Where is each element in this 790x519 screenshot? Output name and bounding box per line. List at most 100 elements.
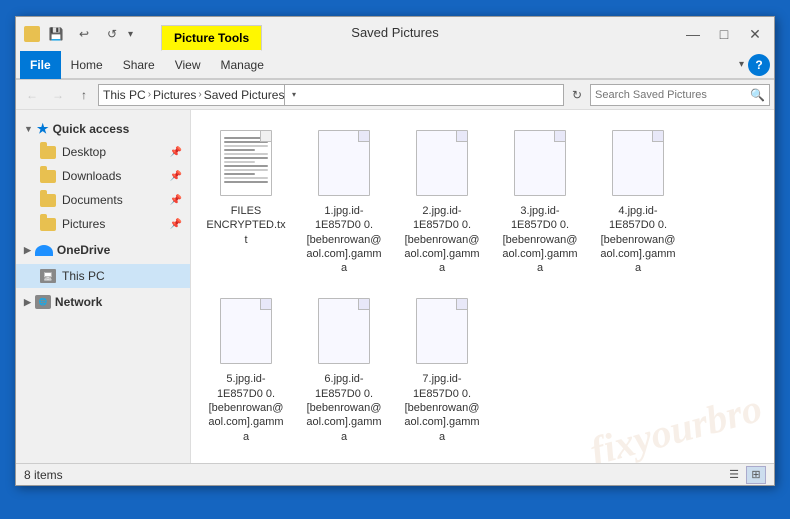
sidebar-item-thispc-label: This PC bbox=[62, 269, 105, 283]
list-item[interactable]: 3.jpg.id-1E857D0 0.[bebenrowan@ aol.com]… bbox=[495, 120, 585, 280]
ribbon-tabs-area: Picture Tools Saved Pictures bbox=[141, 17, 678, 51]
generic-page-icon bbox=[514, 130, 566, 196]
file-grid: FILES ENCRYPTED.txt 1.jpg.id-1E857D0 0.[… bbox=[201, 120, 764, 449]
minimize-button[interactable]: — bbox=[678, 21, 708, 47]
onedrive-label: OneDrive bbox=[57, 243, 110, 257]
help-button[interactable]: ? bbox=[748, 54, 770, 76]
tab-home[interactable]: Home bbox=[61, 51, 113, 79]
file-area: FILES ENCRYPTED.txt 1.jpg.id-1E857D0 0.[… bbox=[191, 110, 774, 463]
file-name: 1.jpg.id-1E857D0 0.[bebenrowan@ aol.com]… bbox=[304, 204, 384, 275]
pin-icon: 📌 bbox=[170, 171, 182, 182]
thispc-icon: 🖥 bbox=[40, 269, 56, 283]
list-item[interactable]: 2.jpg.id-1E857D0 0.[bebenrowan@ aol.com]… bbox=[397, 120, 487, 280]
onedrive-icon bbox=[35, 245, 53, 256]
generic-page-icon bbox=[220, 298, 272, 364]
path-dropdown-btn[interactable]: ▾ bbox=[284, 84, 302, 106]
onedrive-header[interactable]: ▶ OneDrive bbox=[16, 240, 190, 260]
list-item[interactable]: 7.jpg.id-1E857D0 0.[bebenrowan@ aol.com]… bbox=[397, 288, 487, 448]
quick-access-star-icon: ★ bbox=[37, 121, 49, 137]
search-box[interactable]: 🔍 bbox=[590, 84, 770, 106]
file-name: 7.jpg.id-1E857D0 0.[bebenrowan@ aol.com]… bbox=[402, 372, 482, 443]
list-item[interactable]: FILES ENCRYPTED.txt bbox=[201, 120, 291, 280]
window-icon bbox=[24, 26, 40, 42]
window-controls: — □ ✕ bbox=[678, 17, 774, 51]
pin-icon: 📌 bbox=[170, 147, 182, 158]
file-icon bbox=[410, 125, 474, 201]
sidebar-item-pictures[interactable]: Pictures 📌 bbox=[16, 212, 190, 236]
ribbon-help-area: ▾ ? bbox=[739, 54, 770, 76]
sidebar-item-desktop-label: Desktop bbox=[62, 145, 106, 159]
path-thispc: This PC bbox=[103, 88, 146, 102]
search-input[interactable] bbox=[595, 89, 746, 101]
onedrive-expand-icon: ▶ bbox=[24, 245, 31, 256]
list-view-button[interactable]: ☰ bbox=[724, 466, 744, 484]
list-item[interactable]: 6.jpg.id-1E857D0 0.[bebenrowan@ aol.com]… bbox=[299, 288, 389, 448]
forward-button[interactable]: → bbox=[46, 83, 70, 107]
sidebar-item-pictures-label: Pictures bbox=[62, 217, 105, 231]
tab-view[interactable]: View bbox=[165, 51, 211, 79]
redo-btn[interactable]: ↺ bbox=[100, 22, 124, 46]
list-item[interactable]: 5.jpg.id-1E857D0 0.[bebenrowan@ aol.com]… bbox=[201, 288, 291, 448]
undo-btn[interactable]: ↩ bbox=[72, 22, 96, 46]
close-button[interactable]: ✕ bbox=[740, 21, 770, 47]
ribbon: File Home Share View Manage ▾ ? bbox=[16, 51, 774, 80]
ribbon-tab-row: File Home Share View Manage ▾ ? bbox=[16, 51, 774, 79]
back-button[interactable]: ← bbox=[20, 83, 44, 107]
sidebar-item-thispc[interactable]: 🖥 This PC bbox=[16, 264, 190, 288]
sidebar-item-desktop[interactable]: Desktop 📌 bbox=[16, 140, 190, 164]
title-bar: 💾 ↩ ↺ ▾ Picture Tools Saved Pictures — □… bbox=[16, 17, 774, 51]
file-name: 3.jpg.id-1E857D0 0.[bebenrowan@ aol.com]… bbox=[500, 204, 580, 275]
generic-page-icon bbox=[318, 298, 370, 364]
sidebar-item-documents[interactable]: Documents 📌 bbox=[16, 188, 190, 212]
quick-access-expand-icon: ▼ bbox=[24, 124, 33, 134]
generic-page-icon bbox=[318, 130, 370, 196]
maximize-button[interactable]: □ bbox=[709, 21, 739, 47]
file-name: 4.jpg.id-1E857D0 0.[bebenrowan@ aol.com]… bbox=[598, 204, 678, 275]
tile-view-button[interactable]: ⊞ bbox=[746, 466, 766, 484]
file-icon bbox=[312, 125, 376, 201]
list-item[interactable]: 1.jpg.id-1E857D0 0.[bebenrowan@ aol.com]… bbox=[299, 120, 389, 280]
title-bar-left: 💾 ↩ ↺ ▾ bbox=[16, 17, 141, 51]
tab-share[interactable]: Share bbox=[113, 51, 165, 79]
sidebar-section-network: ▶ 🌐 Network bbox=[16, 292, 190, 312]
quick-access-header[interactable]: ▼ ★ Quick access bbox=[16, 118, 190, 140]
sidebar-item-downloads[interactable]: Downloads 📌 bbox=[16, 164, 190, 188]
quick-save-btn[interactable]: 💾 bbox=[44, 22, 68, 46]
file-icon bbox=[508, 125, 572, 201]
file-name: 2.jpg.id-1E857D0 0.[bebenrowan@ aol.com]… bbox=[402, 204, 482, 275]
status-bar: 8 items ☰ ⊞ bbox=[16, 463, 774, 485]
list-item[interactable]: 4.jpg.id-1E857D0 0.[bebenrowan@ aol.com]… bbox=[593, 120, 683, 280]
network-label: Network bbox=[55, 295, 102, 309]
address-path[interactable]: This PC › Pictures › Saved Pictures ▾ bbox=[98, 84, 564, 106]
refresh-button[interactable]: ↻ bbox=[566, 84, 588, 106]
customize-qat-btn[interactable]: ▾ bbox=[128, 29, 133, 40]
network-expand-icon: ▶ bbox=[24, 297, 31, 308]
network-header[interactable]: ▶ 🌐 Network bbox=[16, 292, 190, 312]
file-name: 6.jpg.id-1E857D0 0.[bebenrowan@ aol.com]… bbox=[304, 372, 384, 443]
file-name: 5.jpg.id-1E857D0 0.[bebenrowan@ aol.com]… bbox=[206, 372, 286, 443]
generic-page-icon bbox=[416, 298, 468, 364]
picture-tools-tab[interactable]: Picture Tools bbox=[161, 25, 262, 51]
sidebar-item-documents-label: Documents bbox=[62, 193, 123, 207]
generic-page-icon bbox=[416, 130, 468, 196]
view-toggle: ☰ ⊞ bbox=[724, 466, 766, 484]
file-icon bbox=[214, 293, 278, 369]
folder-icon bbox=[40, 170, 56, 183]
file-icon bbox=[410, 293, 474, 369]
explorer-window: 💾 ↩ ↺ ▾ Picture Tools Saved Pictures — □… bbox=[15, 16, 775, 486]
up-button[interactable]: ↑ bbox=[72, 83, 96, 107]
generic-page-icon bbox=[612, 130, 664, 196]
sidebar-section-quickaccess: ▼ ★ Quick access Desktop 📌 Downloads 📌 D… bbox=[16, 118, 190, 236]
sidebar-section-onedrive: ▶ OneDrive bbox=[16, 240, 190, 260]
tab-file[interactable]: File bbox=[20, 51, 61, 79]
file-name: FILES ENCRYPTED.txt bbox=[206, 204, 286, 247]
quick-access-label: Quick access bbox=[53, 122, 130, 136]
tab-manage[interactable]: Manage bbox=[211, 51, 274, 79]
ribbon-collapse-btn[interactable]: ▾ bbox=[739, 59, 744, 70]
file-icon bbox=[214, 125, 278, 201]
path-saved-pictures: Saved Pictures bbox=[204, 88, 285, 102]
folder-icon bbox=[40, 146, 56, 159]
folder-icon bbox=[40, 218, 56, 231]
main-content: ▼ ★ Quick access Desktop 📌 Downloads 📌 D… bbox=[16, 110, 774, 463]
network-icon: 🌐 bbox=[35, 295, 51, 309]
